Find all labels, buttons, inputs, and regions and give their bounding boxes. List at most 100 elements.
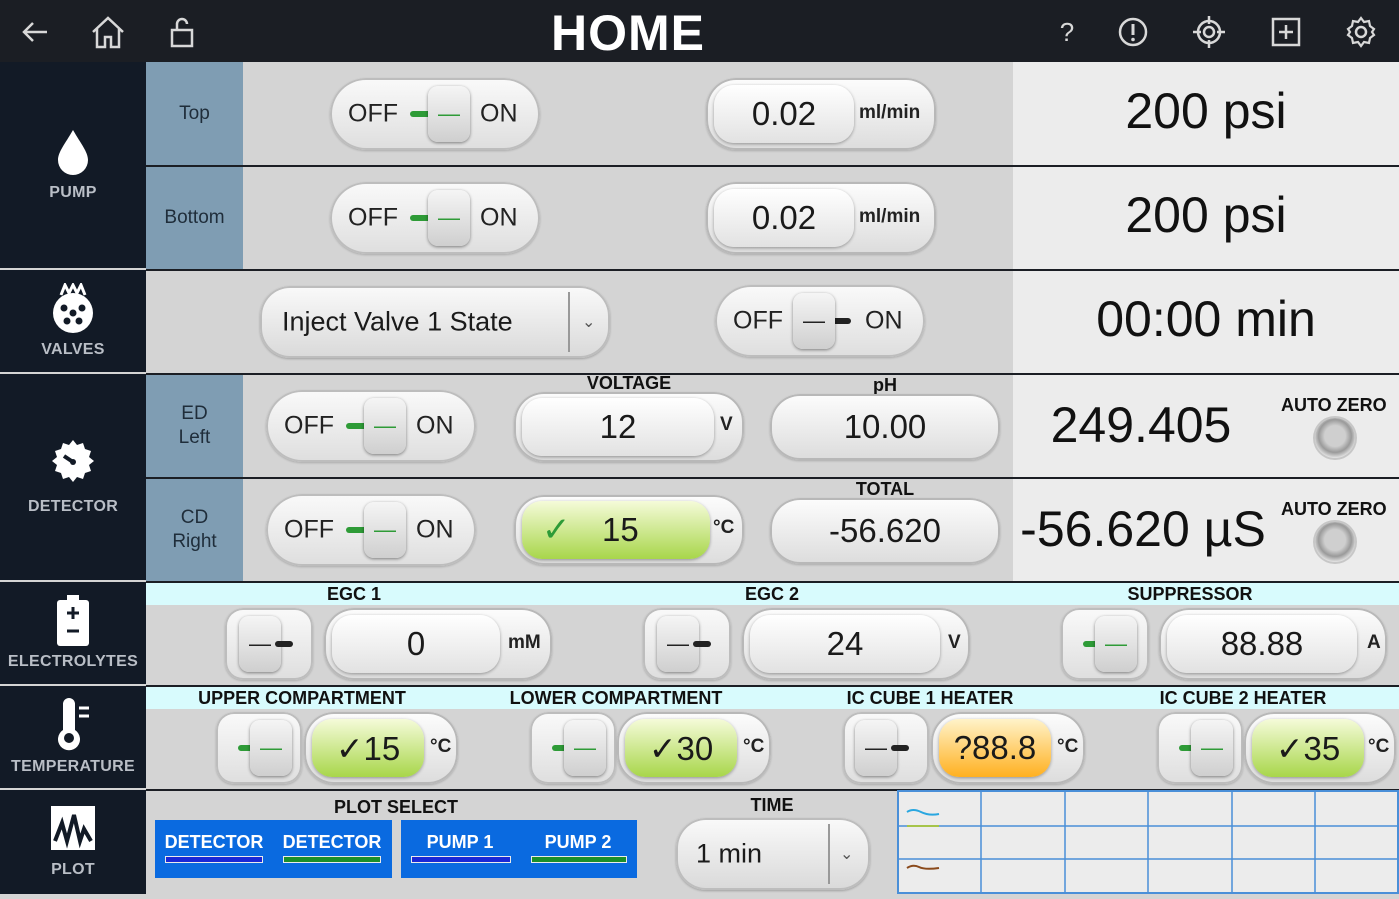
row-label-line: ED (181, 403, 208, 424)
pump-bottom-flow-field[interactable]: 0.02 ml/min (706, 182, 936, 254)
suppressor-field[interactable]: 88.88 A (1159, 608, 1387, 680)
unlock-icon[interactable] (162, 12, 202, 52)
voltage-unit: V (720, 414, 733, 435)
toggle-track (891, 745, 909, 751)
egc1-field[interactable]: 0 mM (324, 608, 552, 680)
time-dropdown[interactable]: 1 min ⌄ (676, 818, 870, 890)
home-icon[interactable] (88, 12, 128, 52)
sidebar-item-temperature[interactable]: TEMPERATURE (0, 686, 146, 790)
ic-cube1-heater-value[interactable]: ?88.8 (939, 719, 1051, 777)
ic-cube2-heater-field[interactable]: ✓35 °C (1244, 712, 1396, 784)
flow-value[interactable]: 0.02 (714, 85, 854, 143)
cd-temp-field[interactable]: ✓ 15 °C (514, 495, 744, 565)
upper-compartment-value[interactable]: ✓15 (312, 719, 424, 777)
toggle-knob[interactable]: — (364, 398, 406, 454)
row-label-line: CD (180, 507, 209, 528)
total-field: -56.620 (770, 498, 1000, 564)
back-arrow-icon[interactable] (15, 12, 55, 52)
auto-zero-button[interactable] (1315, 418, 1355, 458)
voltage-value[interactable]: 12 (522, 398, 714, 456)
help-icon[interactable]: ? (1047, 12, 1087, 52)
lower-compartment-toggle[interactable]: — (530, 712, 616, 784)
dropdown-separator (828, 824, 830, 884)
lower-compartment-value[interactable]: ✓30 (625, 719, 737, 777)
ph-field: 10.00 (770, 394, 1000, 460)
sidebar-label: PUMP (49, 184, 97, 201)
valve-toggle[interactable]: OFF — ON (715, 285, 925, 357)
toggle-knob[interactable]: — (793, 293, 835, 349)
toggle-knob[interactable]: — (364, 502, 406, 558)
cd-toggle[interactable]: OFF — ON (266, 494, 476, 566)
ed-toggle[interactable]: OFF — ON (266, 390, 476, 462)
plot-button-pump-1[interactable]: PUMP 1 (401, 832, 519, 853)
toggle-off-label: OFF (348, 203, 398, 232)
lower-compartment-header: LOWER COMPARTMENT (509, 688, 723, 708)
sidebar-item-valves[interactable]: VALVES (0, 270, 146, 374)
egc2-value[interactable]: 24 (750, 615, 940, 673)
sidebar-item-detector[interactable]: DETECTOR (0, 374, 146, 582)
egc1-header: EGC 1 (326, 584, 382, 604)
sidebar-label: TEMPERATURE (11, 758, 135, 775)
egc1-value[interactable]: 0 (332, 615, 500, 673)
chevron-down-icon[interactable]: ⌄ (840, 844, 853, 864)
ic-cube1-heater-header: IC CUBE 1 HEATER (846, 688, 1014, 708)
egc1-toggle[interactable]: — (225, 608, 313, 680)
chevron-down-icon[interactable]: ⌄ (582, 312, 595, 332)
egc2-toggle[interactable]: — (643, 608, 731, 680)
pump-bottom-toggle[interactable]: OFF — ON (330, 182, 540, 254)
cd-temp-value[interactable]: ✓ 15 (522, 501, 710, 559)
alert-icon[interactable] (1113, 12, 1153, 52)
upper-compartment-header: UPPER COMPARTMENT (198, 688, 406, 708)
inject-valve-dropdown[interactable]: Inject Valve 1 State ⌄ (260, 286, 610, 358)
row-label-line: Right (172, 531, 217, 552)
row-label-ed-left: ED Left (146, 374, 243, 478)
suppressor-value[interactable]: 88.88 (1167, 615, 1357, 673)
toggle-knob[interactable]: — (428, 86, 470, 142)
upper-compartment-toggle[interactable]: — (216, 712, 302, 784)
sidebar-item-electrolytes[interactable]: ELECTROLYTES (0, 582, 146, 686)
toggle-knob[interactable]: — (428, 190, 470, 246)
toggle-knob[interactable]: — (564, 720, 606, 776)
flow-value[interactable]: 0.02 (714, 189, 854, 247)
check-icon: ✓ (542, 511, 571, 549)
ic-cube2-heater-toggle[interactable]: — (1157, 712, 1243, 784)
sidebar-label: DETECTOR (27, 498, 119, 515)
cd-reading: -56.620 µS (1020, 501, 1266, 557)
pump-top-toggle[interactable]: OFF — ON (330, 78, 540, 150)
sidebar-item-plot[interactable]: PLOT (0, 790, 146, 894)
ed-voltage-field[interactable]: 12 V (514, 392, 744, 462)
sidebar-label: PLOT (51, 861, 95, 878)
plot-button-pump-2[interactable]: PUMP 2 (519, 832, 637, 853)
auto-zero-button[interactable] (1315, 522, 1355, 562)
sidebar-label: VALVES (41, 341, 105, 358)
target-icon[interactable] (1189, 12, 1229, 52)
toggle-knob[interactable]: — (1095, 616, 1137, 672)
plot-select-header: PLOT SELECT (333, 797, 458, 817)
toggle-on-label: ON (865, 306, 903, 335)
upper-compartment-field[interactable]: ✓15 °C (304, 712, 458, 784)
toggle-off-label: OFF (348, 99, 398, 128)
row-label-top: Top (146, 62, 243, 166)
toggle-knob[interactable]: — (1191, 720, 1233, 776)
time-header: TIME (750, 795, 794, 815)
ic-cube2-heater-value[interactable]: ✓35 (1252, 719, 1364, 777)
plot-button-detector-1[interactable]: DETECTOR (155, 832, 273, 853)
suppressor-toggle[interactable]: — (1061, 608, 1149, 680)
egc2-field[interactable]: 24 V (742, 608, 970, 680)
plot-series-bar (283, 856, 381, 863)
voltage-header: VOLTAGE (586, 373, 672, 393)
ic-cube1-heater-toggle[interactable]: — (843, 712, 929, 784)
sidebar-item-pump[interactable]: PUMP (0, 62, 146, 270)
divider (146, 269, 1399, 271)
toggle-knob[interactable]: — (250, 720, 292, 776)
ph-value: 10.00 (843, 408, 927, 445)
plot-series-bar (411, 856, 511, 863)
flow-unit: ml/min (859, 102, 921, 123)
lower-compartment-field[interactable]: ✓30 °C (617, 712, 771, 784)
plot-button-detector-2[interactable]: DETECTOR (273, 832, 391, 853)
add-box-icon[interactable] (1266, 12, 1306, 52)
ic-cube1-heater-field[interactable]: ?88.8 °C (931, 712, 1085, 784)
pump-top-flow-field[interactable]: 0.02 ml/min (706, 78, 936, 150)
settings-gear-icon[interactable] (1341, 12, 1381, 52)
mini-plot-grid (897, 790, 1399, 894)
